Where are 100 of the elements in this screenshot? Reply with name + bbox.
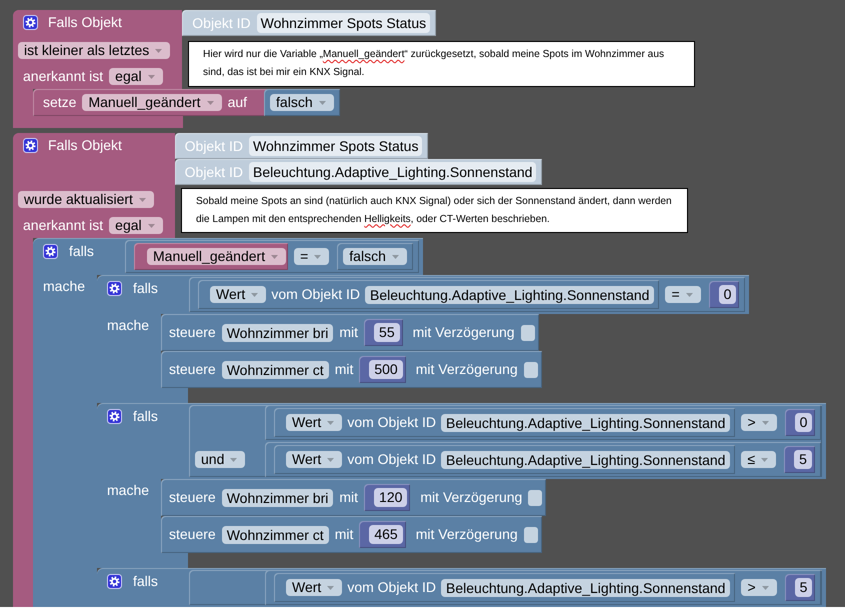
compare-block[interactable]: Manuell_geändert = falsch: [125, 240, 419, 273]
caret-icon: [392, 254, 399, 258]
control-block[interactable]: steuere Wohnzimmer ct mit 465 mit Verzögerung: [161, 516, 542, 553]
gear-icon[interactable]: [107, 281, 122, 296]
boolean-dropdown[interactable]: falsch: [270, 94, 334, 111]
number-block[interactable]: 500: [359, 356, 406, 383]
number-block[interactable]: 5: [784, 446, 815, 473]
object-id-field[interactable]: Wohnzimmer Spots Status: [256, 13, 430, 33]
comment-note[interactable]: Sobald meine Spots an sind (natürlich auch KNX Signal) oder sich der Sonnenstand ändert, dann werden die Lampen mit den entsprechenden Helligkeits, oder CT-Werten beschrieben.: [181, 188, 688, 233]
event-dropdown[interactable]: wurde aktualisiert: [18, 191, 154, 208]
number-field[interactable]: 0: [718, 285, 736, 304]
delay-checkbox[interactable]: [528, 490, 542, 506]
delay-checkbox[interactable]: [520, 324, 535, 340]
object-id-field[interactable]: Wohnzimmer ct: [222, 360, 329, 378]
operator-dropdown[interactable]: ≤: [741, 451, 776, 468]
compare-block[interactable]: Wert vom Objekt ID Beleuchtung.Adaptive_Lighting.Sonnenstand = 0: [189, 277, 746, 312]
number-block[interactable]: 5: [784, 574, 816, 601]
compare-block[interactable]: Wert vom Objekt ID Beleuchtung.Adaptive_Lighting.Sonnenstand > 0: [265, 405, 822, 440]
gear-icon[interactable]: [107, 574, 122, 589]
object-id-field[interactable]: Wohnzimmer ct: [222, 526, 329, 544]
logic-dropdown[interactable]: und: [195, 451, 246, 468]
block-label: auf: [228, 94, 248, 111]
trigger-block[interactable]: [13, 133, 826, 607]
gear-icon[interactable]: [43, 244, 58, 259]
gear-icon[interactable]: [107, 409, 122, 424]
gear-icon[interactable]: [23, 138, 38, 153]
variable-dropdown[interactable]: Manuell_geändert: [147, 248, 286, 265]
object-id-field[interactable]: Beleuchtung.Adaptive_Lighting.Sonnenstand: [249, 162, 536, 182]
compare-block[interactable]: Wert vom Objekt ID Beleuchtung.Adaptive_Lighting.Sonnenstand ≤ 5: [265, 442, 821, 477]
delay-checkbox[interactable]: [524, 526, 538, 542]
object-id-field[interactable]: Beleuchtung.Adaptive_Lighting.Sonnenstand: [441, 450, 730, 468]
block-label: falls: [133, 408, 158, 425]
get-value-block[interactable]: Wert vom Objekt ID Beleuchtung.Adaptive_Lighting.Sonnenstand: [274, 445, 736, 474]
delay-checkbox[interactable]: [524, 362, 538, 378]
caret-icon: [148, 224, 155, 228]
control-block[interactable]: steuere Wohnzimmer ct mit 500 mit Verzögerung: [161, 351, 542, 388]
block-label: falls: [69, 243, 94, 260]
object-id-field[interactable]: Beleuchtung.Adaptive_Lighting.Sonnenstand: [365, 286, 654, 304]
boolean-block[interactable]: falsch: [337, 243, 413, 270]
number-block[interactable]: 0: [708, 281, 740, 308]
block-label: mache: [43, 278, 86, 294]
and-block[interactable]: Wert vom Objekt ID Beleuchtung.Adaptive_Lighting.Sonnenstand > 0 und Wert vom Objekt ID Beleuchtung.Adaptive_Lighting.Sonnenstand ≤ 5: [189, 405, 822, 477]
get-value-block[interactable]: Wert vom Objekt ID Beleuchtung.Adaptive_Lighting.Sonnenstand: [198, 280, 660, 309]
variable-dropdown[interactable]: Manuell_geändert: [82, 94, 222, 111]
number-field[interactable]: 55: [374, 323, 400, 342]
acknowledge-dropdown[interactable]: egal: [109, 217, 163, 234]
get-value-block[interactable]: Wert vom Objekt ID Beleuchtung.Adaptive_Lighting.Sonnenstand: [274, 573, 736, 602]
number-block[interactable]: 55: [364, 319, 403, 346]
block-label: vom Objekt ID: [271, 286, 360, 303]
block-title: Falls Objekt: [48, 15, 122, 30]
number-block[interactable]: 0: [784, 409, 816, 436]
boolean-block[interactable]: falsch: [264, 89, 340, 116]
if-block[interactable]: falls Wert vom Objekt ID Beleuchtung.Adaptive_Lighting.Sonnenstand > 5: [97, 568, 826, 607]
block-label: vom Objekt ID: [347, 414, 436, 431]
block-label: vom Objekt ID: [347, 451, 436, 468]
acknowledge-dropdown[interactable]: egal: [109, 68, 163, 85]
object-id-field[interactable]: Beleuchtung.Adaptive_Lighting.Sonnenstand: [441, 414, 730, 432]
set-variable-block[interactable]: setze Manuell_geändert auf falsch: [33, 89, 340, 116]
operator-dropdown[interactable]: >: [741, 414, 777, 431]
value-mode-dropdown[interactable]: Wert: [286, 451, 342, 468]
object-id-field[interactable]: Wohnzimmer bri: [222, 488, 334, 506]
caret-icon: [327, 586, 334, 590]
event-dropdown[interactable]: ist kleiner als letztes: [18, 42, 170, 59]
control-block[interactable]: steuere Wohnzimmer bri mit 55 mit Verzögerung: [161, 314, 539, 351]
block-label: falls: [133, 280, 158, 297]
get-value-block[interactable]: Wert vom Objekt ID Beleuchtung.Adaptive_Lighting.Sonnenstand: [274, 408, 736, 437]
number-block[interactable]: 120: [364, 484, 410, 511]
object-id-field[interactable]: Beleuchtung.Adaptive_Lighting.Sonnenstand: [441, 578, 730, 596]
number-field[interactable]: 5: [794, 450, 812, 469]
operator-dropdown[interactable]: >: [741, 579, 777, 596]
operator-dropdown[interactable]: =: [665, 286, 701, 303]
boolean-dropdown[interactable]: falsch: [343, 248, 407, 265]
object-id-field[interactable]: Wohnzimmer Spots Status: [249, 136, 422, 156]
number-field[interactable]: 0: [794, 413, 812, 432]
block-label: mit Verzögerung: [412, 324, 515, 341]
block-label: mache: [107, 317, 150, 333]
block-title: Falls Objekt: [48, 138, 122, 153]
value-mode-dropdown[interactable]: Wert: [286, 579, 342, 596]
block-label: setze: [43, 94, 76, 111]
gear-icon[interactable]: [23, 15, 38, 30]
number-field[interactable]: 5: [794, 578, 812, 597]
caret-icon: [148, 74, 155, 78]
number-field[interactable]: 120: [374, 488, 408, 507]
number-field[interactable]: 465: [369, 525, 403, 544]
variable-block[interactable]: Manuell_geändert: [134, 243, 288, 270]
number-block[interactable]: 465: [359, 521, 406, 548]
object-id-block[interactable]: Objekt ID Wohnzimmer Spots Status: [182, 10, 436, 36]
caret-icon: [155, 48, 162, 52]
object-id-field[interactable]: Wohnzimmer bri: [222, 324, 334, 342]
block-label: steuere: [169, 526, 216, 543]
comment-text: Sobald meine Spots an sind (natürlich auch KNX Signal) oder sich der Sonnenstand ändert, dann werden die Lampen mit den entsprechenden Helligkeits, oder CT-Werten beschrieben.: [196, 195, 673, 226]
number-field[interactable]: 500: [369, 360, 403, 379]
object-id-block[interactable]: Objekt ID Wohnzimmer Spots Status: [174, 133, 428, 159]
object-id-block[interactable]: Objekt ID Beleuchtung.Adaptive_Lighting.Sonnenstand: [174, 159, 542, 185]
block-label: mit: [339, 489, 358, 506]
value-mode-dropdown[interactable]: Wert: [286, 414, 342, 431]
value-mode-dropdown[interactable]: Wert: [210, 286, 266, 303]
caret-icon: [327, 420, 334, 424]
operator-dropdown[interactable]: =: [294, 248, 330, 265]
control-block[interactable]: steuere Wohnzimmer bri mit 120 mit Verzögerung: [161, 479, 546, 516]
